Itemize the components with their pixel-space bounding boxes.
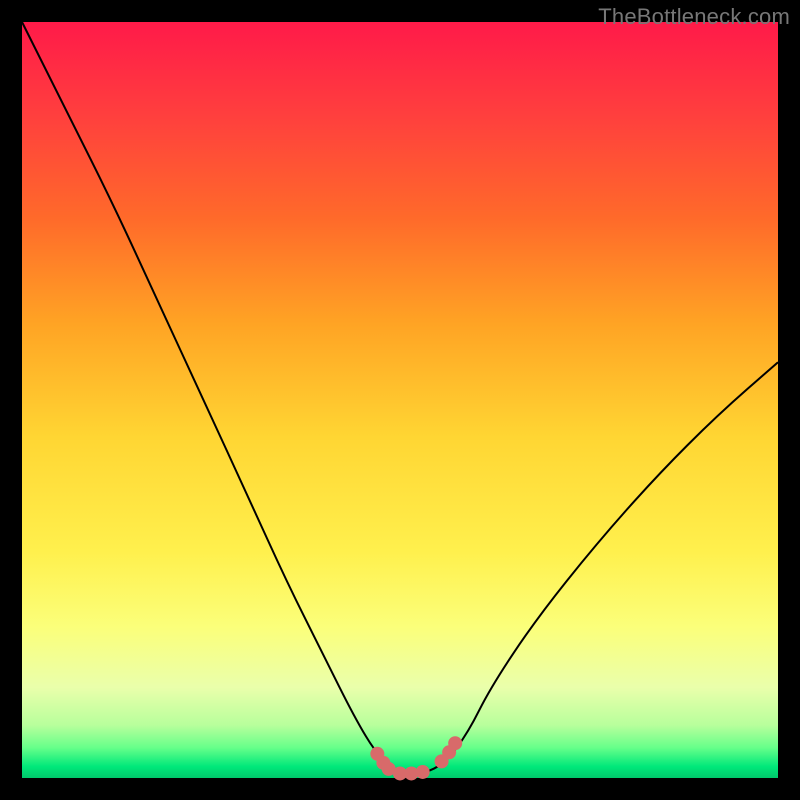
valley-dots-group bbox=[370, 736, 462, 780]
chart-frame: TheBottleneck.com bbox=[0, 0, 800, 800]
valley-dot bbox=[416, 765, 430, 779]
chart-svg bbox=[22, 22, 778, 778]
watermark-text: TheBottleneck.com bbox=[598, 4, 790, 30]
bottleneck-curve bbox=[22, 22, 778, 774]
valley-dot bbox=[448, 736, 462, 750]
